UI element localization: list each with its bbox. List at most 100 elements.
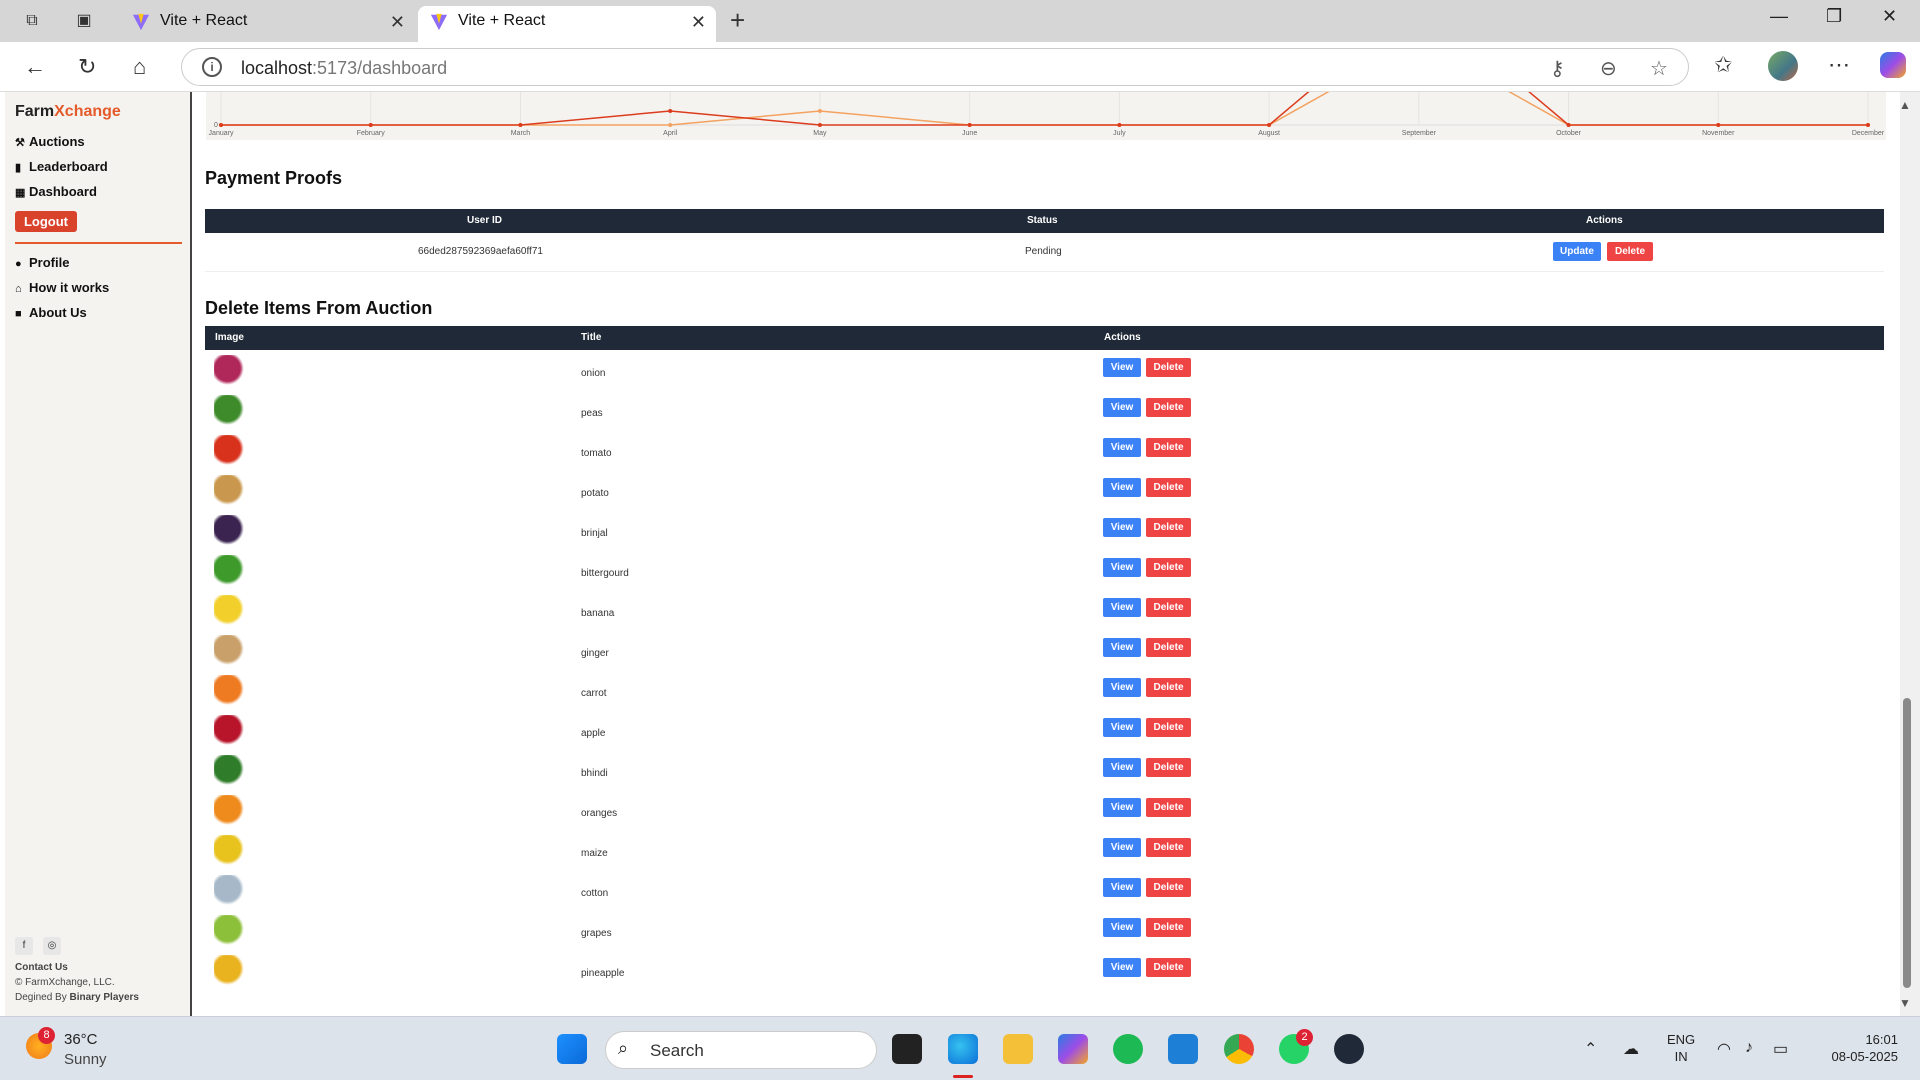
data-point: [1716, 123, 1721, 127]
sidebar-item-leaderboard[interactable]: ▮ Leaderboard: [15, 159, 108, 174]
delete-button[interactable]: Delete: [1146, 718, 1191, 737]
info-square-icon: ■: [15, 308, 22, 320]
view-button[interactable]: View: [1103, 358, 1141, 377]
file-explorer-icon[interactable]: [1003, 1034, 1033, 1064]
delete-button[interactable]: Delete: [1146, 438, 1191, 457]
update-button[interactable]: Update: [1553, 242, 1601, 261]
tray-chevron-icon[interactable]: ⌃: [1584, 1039, 1597, 1059]
view-button[interactable]: View: [1103, 518, 1141, 537]
delete-button[interactable]: Delete: [1146, 838, 1191, 857]
sidebar-item-dashboard[interactable]: ▦ Dashboard: [15, 184, 97, 199]
view-button[interactable]: View: [1103, 798, 1141, 817]
item-image: [214, 555, 244, 585]
chrome-icon[interactable]: [1224, 1034, 1254, 1064]
task-view-icon[interactable]: [892, 1034, 922, 1064]
url-field[interactable]: i localhost:5173/dashboard ⚷ ⊖ ☆: [181, 48, 1689, 86]
delete-button[interactable]: Delete: [1146, 518, 1191, 537]
view-button[interactable]: View: [1103, 558, 1141, 577]
site-info-icon[interactable]: i: [202, 57, 222, 77]
workspaces-icon[interactable]: ⧉: [21, 10, 43, 32]
restore-icon[interactable]: ❐: [1826, 6, 1842, 27]
scroll-down-icon[interactable]: ▼: [1899, 996, 1911, 1010]
close-tab-icon[interactable]: ✕: [390, 7, 405, 37]
scrollbar-thumb[interactable]: [1903, 698, 1911, 988]
copyright-text: © FarmXchange, LLC.: [15, 977, 115, 988]
delete-button[interactable]: Delete: [1146, 798, 1191, 817]
view-button[interactable]: View: [1103, 838, 1141, 857]
sidebar-item-profile[interactable]: ● Profile: [15, 255, 69, 270]
logout-button[interactable]: Logout: [15, 211, 77, 232]
instagram-icon[interactable]: ◎: [43, 937, 61, 955]
sidebar-item-how-it-works[interactable]: ⌂ How it works: [15, 280, 109, 295]
view-button[interactable]: View: [1103, 478, 1141, 497]
delete-button[interactable]: Delete: [1146, 478, 1191, 497]
weather-condition[interactable]: Sunny: [64, 1051, 107, 1068]
profile-avatar[interactable]: [1768, 51, 1798, 81]
view-button[interactable]: View: [1103, 638, 1141, 657]
delete-button[interactable]: Delete: [1146, 598, 1191, 617]
new-tab-icon[interactable]: +: [730, 5, 745, 36]
close-tab-icon[interactable]: ✕: [691, 7, 706, 37]
key-icon[interactable]: ⚷: [1550, 56, 1565, 81]
more-menu-icon[interactable]: ⋯: [1828, 52, 1850, 78]
windows-start-icon[interactable]: [557, 1034, 587, 1064]
view-button[interactable]: View: [1103, 878, 1141, 897]
favorite-star-icon[interactable]: ☆: [1650, 56, 1668, 81]
wifi-icon[interactable]: ◠: [1717, 1039, 1731, 1059]
view-button[interactable]: View: [1103, 958, 1141, 977]
taskbar-search[interactable]: ⌕ Search: [605, 1031, 877, 1069]
delete-button[interactable]: Delete: [1146, 398, 1191, 417]
delete-button[interactable]: Delete: [1146, 678, 1191, 697]
zoom-out-icon[interactable]: ⊖: [1600, 56, 1617, 81]
tab-title: Vite + React: [458, 12, 546, 29]
delete-button[interactable]: Delete: [1146, 878, 1191, 897]
copilot-icon[interactable]: [1880, 52, 1906, 78]
clock[interactable]: 16:01 08-05-2025: [1818, 1031, 1899, 1065]
minimize-icon[interactable]: —: [1770, 6, 1788, 27]
tab-actions-icon[interactable]: ▣: [73, 10, 95, 32]
home-icon[interactable]: ⌂: [133, 54, 146, 80]
battery-icon[interactable]: ▭: [1773, 1039, 1788, 1059]
view-button[interactable]: View: [1103, 398, 1141, 417]
language-indicator[interactable]: ENG IN: [1667, 1031, 1695, 1065]
copilot-app-icon[interactable]: [1058, 1034, 1088, 1064]
view-button[interactable]: View: [1103, 438, 1141, 457]
sidebar-item-about-us[interactable]: ■ About Us: [15, 305, 87, 320]
x-tick-label: August: [1258, 130, 1280, 137]
spotify-icon[interactable]: [1113, 1034, 1143, 1064]
view-button[interactable]: View: [1103, 718, 1141, 737]
x-tick-label: May: [813, 130, 827, 137]
view-button[interactable]: View: [1103, 918, 1141, 937]
back-icon[interactable]: ←: [24, 54, 46, 80]
delete-button[interactable]: Delete: [1146, 358, 1191, 377]
browser-tab-2[interactable]: Vite + React ✕: [418, 6, 716, 42]
delete-button[interactable]: Delete: [1146, 958, 1191, 977]
view-button[interactable]: View: [1103, 758, 1141, 777]
onedrive-cloud-icon[interactable]: ☁: [1623, 1039, 1639, 1059]
table-row: onion View Delete: [205, 353, 1884, 393]
vscode-icon[interactable]: [1168, 1034, 1198, 1064]
mongodb-icon[interactable]: [1334, 1034, 1364, 1064]
facebook-icon[interactable]: f: [15, 937, 33, 955]
weather-temperature[interactable]: 36°C: [64, 1031, 98, 1048]
scroll-up-icon[interactable]: ▲: [1899, 98, 1911, 112]
contact-us-link[interactable]: Contact Us: [15, 962, 68, 973]
browser-tab-1[interactable]: Vite + React ✕: [120, 6, 415, 42]
view-button[interactable]: View: [1103, 678, 1141, 697]
view-button[interactable]: View: [1103, 598, 1141, 617]
delete-button[interactable]: Delete: [1146, 638, 1191, 657]
window-close-icon[interactable]: ✕: [1882, 6, 1897, 27]
reload-icon[interactable]: ↻: [78, 54, 96, 80]
edge-browser-icon[interactable]: [948, 1034, 978, 1064]
delete-button[interactable]: Delete: [1146, 758, 1191, 777]
status-cell: Pending: [1025, 246, 1062, 257]
delete-button[interactable]: Delete: [1146, 558, 1191, 577]
data-point: [368, 123, 373, 127]
delete-button[interactable]: Delete: [1146, 918, 1191, 937]
delete-button[interactable]: Delete: [1607, 242, 1653, 261]
sidebar-item-auctions[interactable]: ⚒ Auctions: [15, 134, 85, 149]
vite-logo-icon: [132, 13, 150, 31]
brand-logo[interactable]: FarmXchange: [15, 103, 121, 121]
volume-icon[interactable]: ♪: [1745, 1039, 1753, 1057]
favorites-icon[interactable]: ✩: [1714, 52, 1732, 78]
